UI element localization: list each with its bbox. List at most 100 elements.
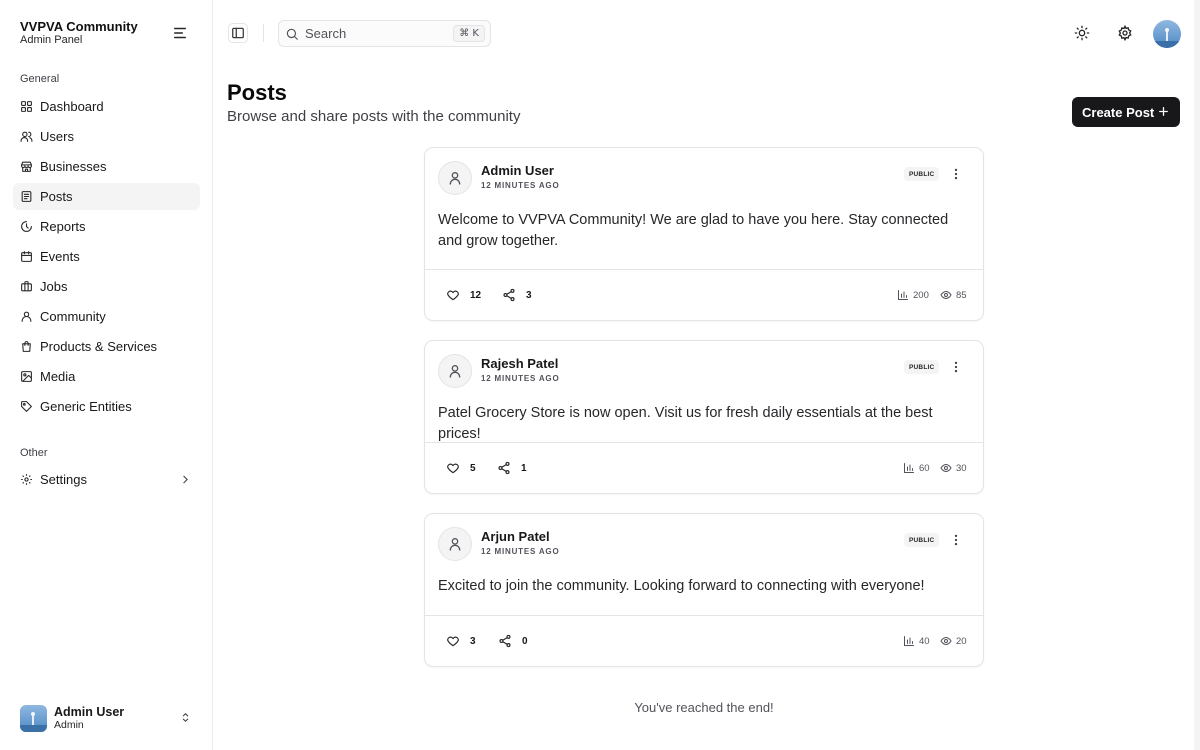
sidebar-item-label: Dashboard: [40, 99, 104, 114]
shortcut-hint: ⌘ K: [453, 25, 485, 42]
post-time: 12 MINUTES AGO: [481, 181, 560, 190]
chevron-right-icon: [179, 473, 192, 486]
user-icon: [447, 363, 463, 379]
post-author[interactable]: Admin User: [481, 163, 554, 178]
user-avatar-button[interactable]: [1153, 20, 1181, 48]
sidebar-item-label: Jobs: [40, 279, 68, 294]
sidebar-item-label: Users: [40, 129, 74, 144]
brand[interactable]: VVPVA Community Admin Panel: [20, 19, 138, 47]
bar-chart-icon: [897, 289, 909, 301]
sidebar-item-jobs[interactable]: Jobs: [13, 273, 200, 300]
user-role: Admin: [54, 718, 84, 731]
share-count: 3: [526, 289, 532, 301]
like-count: 3: [470, 635, 476, 647]
views-stat: 85: [940, 289, 967, 301]
search-input[interactable]: [305, 26, 445, 41]
page-subtitle: Browse and share posts with the communit…: [227, 108, 521, 125]
more-options-icon[interactable]: [949, 167, 963, 181]
post-avatar[interactable]: [438, 161, 472, 195]
create-post-label: Create Post: [1082, 104, 1155, 120]
post-content: Excited to join the community. Looking f…: [438, 578, 925, 594]
views-count: 30: [956, 462, 967, 474]
views-count: 20: [956, 635, 967, 647]
page-title: Posts: [227, 80, 287, 105]
sidebar-panel-icon: [231, 26, 245, 40]
more-options-icon[interactable]: [949, 360, 963, 374]
sidebar-item-label: Events: [40, 249, 80, 264]
impressions-count: 200: [913, 289, 929, 301]
theme-toggle-sun-icon[interactable]: [1074, 25, 1090, 41]
impressions-stat: 40: [903, 635, 930, 647]
chevron-up-down-icon: [179, 711, 192, 724]
like-count: 12: [470, 289, 482, 301]
share-icon: [497, 461, 511, 475]
eye-icon: [940, 462, 952, 474]
shopping-bag-icon: [20, 340, 33, 353]
sidebar-item-community[interactable]: Community: [13, 303, 200, 330]
views-stat: 20: [940, 635, 967, 647]
sidebar-item-posts[interactable]: Posts: [13, 183, 200, 210]
share-count: 0: [522, 635, 528, 647]
posts-icon: [20, 190, 33, 203]
end-of-feed-message: You've reached the end!: [634, 700, 774, 715]
sidebar-item-users[interactable]: Users: [13, 123, 200, 150]
sidebar-item-generic-entities[interactable]: Generic Entities: [13, 393, 200, 420]
users-icon: [20, 130, 33, 143]
impressions-count: 60: [919, 462, 930, 474]
image-icon: [20, 370, 33, 383]
reports-icon: [20, 220, 33, 233]
post-avatar[interactable]: [438, 354, 472, 388]
post-author[interactable]: Rajesh Patel: [481, 356, 558, 371]
post-footer: 3 0 40 20: [425, 615, 983, 666]
sidebar-item-media[interactable]: Media: [13, 363, 200, 390]
sidebar-item-label: Settings: [40, 472, 87, 487]
menu-icon[interactable]: [171, 24, 189, 42]
sidebar-item-reports[interactable]: Reports: [13, 213, 200, 240]
post-author[interactable]: Arjun Patel: [481, 529, 550, 544]
sidebar-item-label: Products & Services: [40, 339, 158, 354]
like-button[interactable]: 12: [446, 288, 481, 302]
post-footer: 12 3 200 85: [425, 269, 983, 320]
like-count: 5: [470, 462, 476, 474]
briefcase-icon: [20, 280, 33, 293]
share-button[interactable]: 0: [498, 634, 528, 648]
heart-icon: [446, 461, 460, 475]
sidebar-item-dashboard[interactable]: Dashboard: [13, 93, 200, 120]
sidebar-item-label: Generic Entities: [40, 399, 132, 414]
group-label-other: Other: [20, 447, 48, 459]
eye-icon: [940, 289, 952, 301]
search-box[interactable]: ⌘ K: [278, 20, 491, 47]
sidebar-item-label: Media: [40, 369, 76, 384]
sidebar-item-products-services[interactable]: Products & Services: [13, 333, 200, 360]
sidebar-user-menu[interactable]: Admin User Admin: [20, 703, 198, 733]
user-icon: [447, 170, 463, 186]
user-name: Admin User: [54, 704, 125, 719]
share-icon: [502, 288, 516, 302]
views-stat: 30: [940, 462, 967, 474]
sidebar-item-businesses[interactable]: Businesses: [13, 153, 200, 180]
share-icon: [498, 634, 512, 648]
sidebar-item-label: Reports: [40, 219, 86, 234]
search-icon: [285, 27, 299, 41]
visibility-badge: PUBLIC: [904, 167, 940, 181]
visibility-badge: PUBLIC: [904, 360, 940, 374]
share-button[interactable]: 3: [502, 288, 532, 302]
sidebar-item-label: Community: [40, 309, 106, 324]
more-options-icon[interactable]: [949, 533, 963, 547]
toggle-sidebar-button[interactable]: [228, 23, 248, 43]
like-button[interactable]: 5: [446, 461, 476, 475]
post-card: Arjun Patel 12 MINUTES AGO PUBLIC Excite…: [424, 513, 984, 667]
post-footer: 5 1 60 30: [425, 442, 983, 493]
sidebar-item-events[interactable]: Events: [13, 243, 200, 270]
heart-icon: [446, 288, 460, 302]
share-button[interactable]: 1: [497, 461, 527, 475]
post-time: 12 MINUTES AGO: [481, 547, 560, 556]
settings-gear-icon[interactable]: [1117, 25, 1133, 41]
like-button[interactable]: 3: [446, 634, 476, 648]
create-post-button[interactable]: Create Post: [1072, 97, 1180, 127]
brand-subtitle: Admin Panel: [20, 34, 83, 46]
post-avatar[interactable]: [438, 527, 472, 561]
dashboard-icon: [20, 100, 33, 113]
sidebar-item-settings[interactable]: Settings: [13, 466, 200, 493]
scrollbar-track[interactable]: [1194, 0, 1200, 750]
